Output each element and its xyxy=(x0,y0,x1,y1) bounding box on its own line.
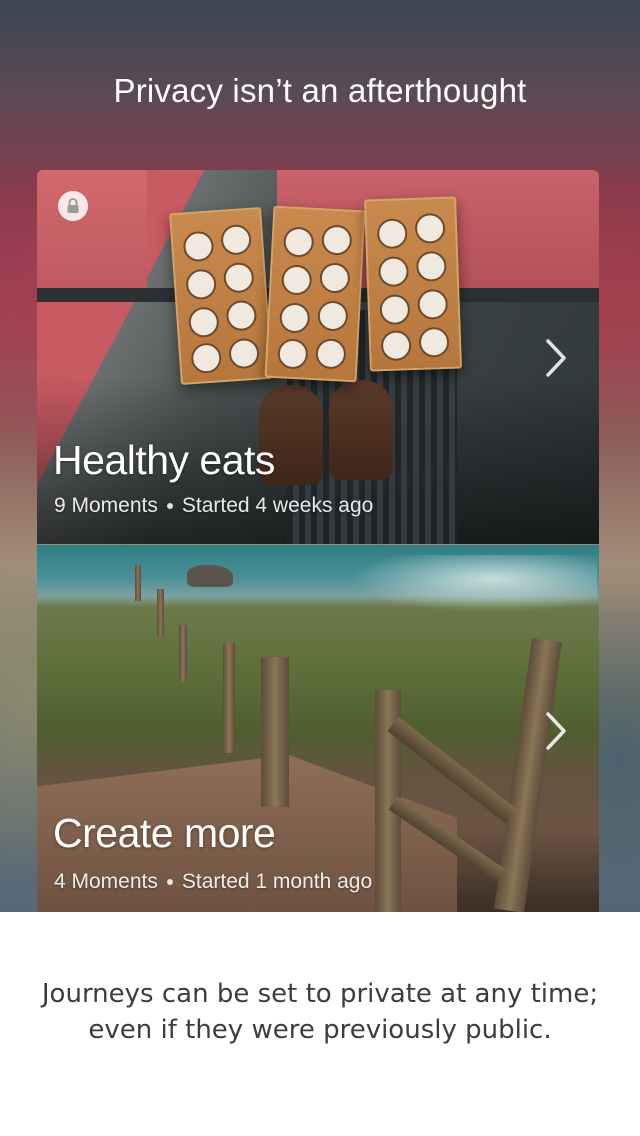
moments-count: 9 Moments xyxy=(54,494,158,517)
separator-dot xyxy=(166,503,173,510)
journey-meta: 4 Moments Started 1 month ago xyxy=(54,870,372,894)
lock-icon xyxy=(58,191,88,221)
journey-title: Create more xyxy=(53,810,276,856)
started-date: Started 1 month ago xyxy=(181,870,373,893)
chevron-right-icon[interactable] xyxy=(543,711,569,751)
journey-item-create-more[interactable]: Create more 4 Moments Started 1 month ago xyxy=(37,545,599,912)
caption-text: Journeys can be set to private at any ti… xyxy=(40,976,600,1048)
journey-title: Healthy eats xyxy=(53,437,275,483)
page-title: Privacy isn’t an afterthought xyxy=(113,72,527,109)
journey-item-healthy-eats[interactable]: Healthy eats 9 Moments Started 4 weeks ag… xyxy=(37,170,599,544)
journeys-card: Healthy eats 9 Moments Started 4 weeks ag… xyxy=(37,170,599,912)
coffee-bag-image xyxy=(364,196,462,372)
separator-dot xyxy=(166,879,173,886)
started-date: Started 4 weeks ago xyxy=(181,494,374,517)
coffee-bag-image xyxy=(169,207,273,385)
coffee-bag-image xyxy=(264,205,366,383)
moments-count: 4 Moments xyxy=(54,870,158,893)
caption-line-1: Journeys can be set to private at any ti… xyxy=(41,979,599,1009)
chevron-right-icon[interactable] xyxy=(543,338,569,378)
journey-meta: 9 Moments Started 4 weeks ago xyxy=(54,494,373,518)
caption-line-2: even if they were previously public. xyxy=(88,1015,552,1045)
journey-cover-image xyxy=(37,170,599,544)
